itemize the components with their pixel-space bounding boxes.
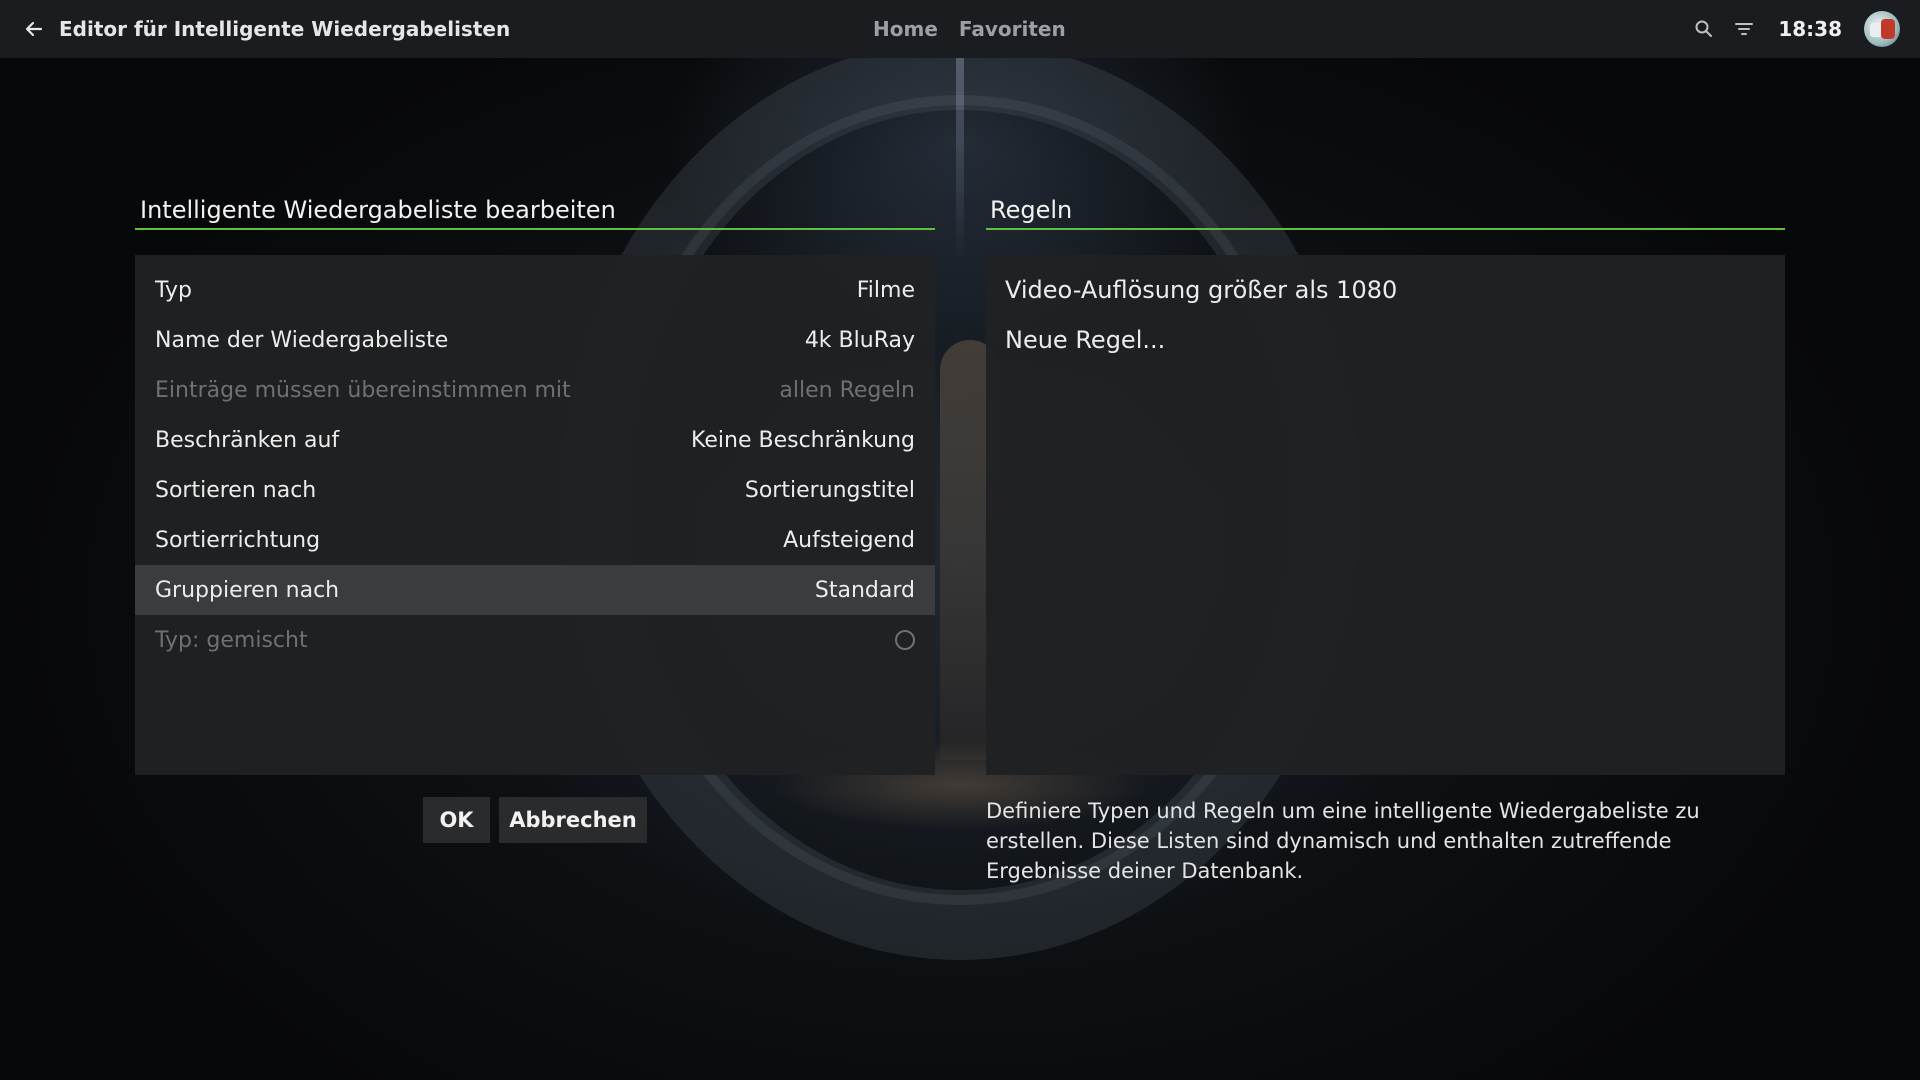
top-right-controls: 18:38 — [1692, 10, 1900, 48]
settings-panel-title: Intelligente Wiedergabeliste bearbeiten — [135, 190, 935, 230]
ok-button[interactable]: OK — [423, 797, 490, 843]
setting-row-playlist-name[interactable]: Name der Wiedergabeliste 4k BluRay — [135, 315, 935, 365]
rules-panel-title: Regeln — [986, 190, 1785, 230]
setting-value: 4k BluRay — [804, 327, 915, 353]
avatar-shape — [1881, 19, 1895, 39]
setting-label: Typ: gemischt — [155, 627, 308, 653]
setting-label: Beschränken auf — [155, 427, 340, 453]
setting-row-sort-direction[interactable]: Sortierrichtung Aufsteigend — [135, 515, 935, 565]
setting-value: allen Regeln — [779, 377, 915, 403]
clock: 18:38 — [1778, 17, 1842, 41]
search-button[interactable] — [1692, 17, 1716, 41]
top-nav: Home Favoriten — [873, 15, 1066, 43]
setting-row-sort-by[interactable]: Sortieren nach Sortierungstitel — [135, 465, 935, 515]
setting-label: Typ — [155, 277, 192, 303]
new-rule-item[interactable]: Neue Regel... — [986, 315, 1785, 365]
top-bar: Editor für Intelligente Wiedergabelisten… — [0, 0, 1920, 58]
filter-button[interactable] — [1732, 17, 1756, 41]
setting-value: Sortierungstitel — [744, 477, 915, 503]
setting-label: Gruppieren nach — [155, 577, 340, 603]
setting-label: Einträge müssen übereinstimmen mit — [155, 377, 571, 403]
arrow-left-icon — [25, 21, 43, 37]
setting-row-type[interactable]: Typ Filme — [135, 265, 935, 315]
rules-list: Video-Auflösung größer als 1080 Neue Reg… — [986, 255, 1785, 775]
nav-favorites[interactable]: Favoriten — [959, 15, 1066, 43]
setting-label: Sortierrichtung — [155, 527, 321, 553]
nav-home[interactable]: Home — [873, 15, 938, 43]
setting-value: Keine Beschränkung — [691, 427, 915, 453]
cancel-button[interactable]: Abbrechen — [499, 797, 647, 843]
filter-icon — [1735, 23, 1754, 35]
setting-value: Filme — [856, 277, 915, 303]
setting-row-limit[interactable]: Beschränken auf Keine Beschränkung — [135, 415, 935, 465]
setting-label: Sortieren nach — [155, 477, 317, 503]
profile-avatar[interactable] — [1864, 11, 1900, 47]
settings-list: Typ Filme Name der Wiedergabeliste 4k Bl… — [135, 255, 935, 775]
setting-label: Name der Wiedergabeliste — [155, 327, 449, 353]
setting-value: Aufsteigend — [783, 527, 915, 553]
setting-value: Standard — [814, 577, 915, 603]
radio-off-icon — [895, 630, 915, 650]
search-icon — [1695, 20, 1713, 37]
back-button[interactable] — [20, 15, 48, 43]
window-title: Editor für Intelligente Wiedergabelisten — [59, 17, 511, 41]
rule-item[interactable]: Video-Auflösung größer als 1080 — [986, 265, 1785, 315]
setting-row-group-by[interactable]: Gruppieren nach Standard — [135, 565, 935, 615]
help-text: Definiere Typen und Regeln um eine intel… — [986, 799, 1700, 883]
setting-row-match: Einträge müssen übereinstimmen mit allen… — [135, 365, 935, 415]
setting-row-mixed-type: Typ: gemischt — [135, 615, 935, 665]
